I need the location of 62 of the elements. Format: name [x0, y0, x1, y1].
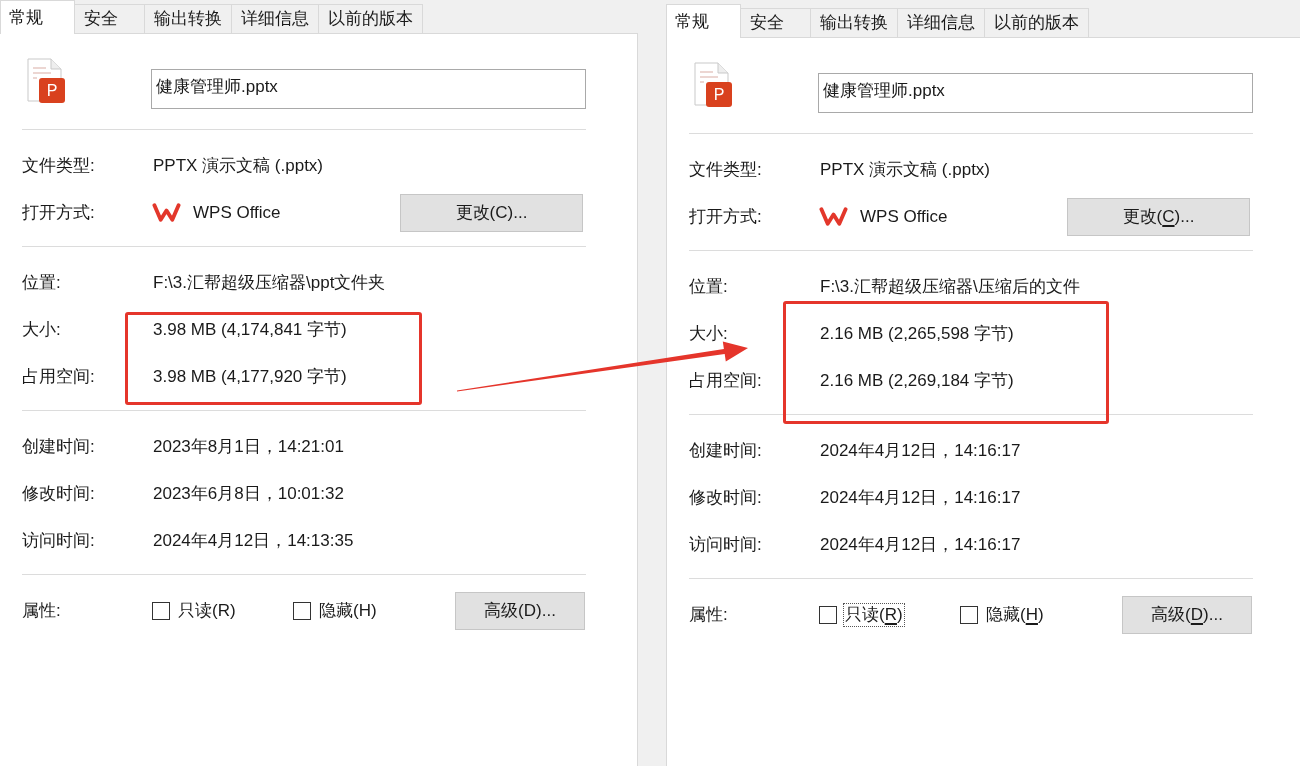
field-label: 文件类型:: [22, 154, 95, 177]
tab[interactable]: 以前的版本: [985, 8, 1089, 37]
advanced-button[interactable]: 高级(D)...: [1122, 595, 1252, 634]
field-label: 大小:: [22, 318, 61, 341]
app-logo-icon: [152, 202, 181, 223]
field-label: 创建时间:: [22, 435, 95, 458]
field-value: PPTX 演示文稿 (.pptx): [820, 158, 991, 181]
field-label: 创建时间:: [689, 439, 762, 462]
tab[interactable]: 安全: [75, 4, 145, 33]
field-label: 大小:: [689, 322, 728, 345]
field-value: 2024年4月12日，14:13:35: [153, 529, 354, 552]
tab[interactable]: 以前的版本: [319, 4, 423, 33]
tab[interactable]: 常规: [0, 0, 75, 34]
field-label: 文件类型:: [689, 158, 762, 181]
field-value: 2023年6月8日，10:01:32: [153, 482, 344, 505]
tab[interactable]: 详细信息: [898, 8, 985, 37]
field-value: 2023年8月1日，14:21:01: [153, 435, 344, 458]
field-value: 3.98 MB (4,174,841 字节): [153, 318, 347, 341]
presentation-file-icon: P: [27, 58, 65, 103]
checkbox-label[interactable]: 只读(R): [843, 602, 905, 627]
field-label: 属性:: [689, 603, 728, 626]
field-label: 属性:: [22, 599, 61, 622]
checkbox[interactable]: [819, 605, 837, 624]
field-value: 2.16 MB (2,269,184 字节): [820, 369, 1014, 392]
field-value: 2024年4月12日，14:16:17: [820, 439, 1021, 462]
field-label: 修改时间:: [22, 482, 95, 505]
tab[interactable]: 安全: [741, 8, 811, 37]
field-label: 打开方式:: [689, 205, 762, 228]
field-value: 2.16 MB (2,265,598 字节): [820, 322, 1014, 345]
presentation-file-icon: P: [694, 62, 732, 107]
tab[interactable]: 常规: [666, 4, 741, 38]
field-label: 占用空间:: [22, 365, 95, 388]
tab[interactable]: 输出转换: [811, 8, 898, 37]
change-button[interactable]: 更改(C)...: [400, 193, 583, 232]
checkbox[interactable]: [960, 605, 978, 624]
advanced-button[interactable]: 高级(D)...: [455, 591, 585, 630]
field-label: 占用空间:: [689, 369, 762, 392]
field-value: F:\3.汇帮超级压缩器\压缩后的文件: [820, 275, 1080, 298]
change-button[interactable]: 更改(C)...: [1067, 197, 1250, 236]
app-name: WPS Office: [860, 205, 948, 228]
field-label: 访问时间:: [689, 533, 762, 556]
field-value: 3.98 MB (4,177,920 字节): [153, 365, 347, 388]
field-value: 2024年4月12日，14:16:17: [820, 486, 1021, 509]
field-label: 位置:: [22, 271, 61, 294]
checkbox-label[interactable]: 隐藏(H): [984, 602, 1046, 627]
tab[interactable]: 详细信息: [232, 4, 319, 33]
app-name: WPS Office: [193, 201, 281, 224]
app-logo-icon: [819, 206, 848, 227]
field-label: 访问时间:: [22, 529, 95, 552]
field-value: F:\3.汇帮超级压缩器\ppt文件夹: [153, 271, 386, 294]
checkbox[interactable]: [152, 601, 170, 620]
field-value: 2024年4月12日，14:16:17: [820, 533, 1021, 556]
field-label: 修改时间:: [689, 486, 762, 509]
checkbox-label[interactable]: 只读(R): [176, 598, 238, 623]
file-name-field[interactable]: 健康管理师.pptx: [151, 69, 586, 109]
field-value: PPTX 演示文稿 (.pptx): [153, 154, 324, 177]
checkbox-label[interactable]: 隐藏(H): [317, 598, 379, 623]
checkbox[interactable]: [293, 601, 311, 620]
field-label: 打开方式:: [22, 201, 95, 224]
file-name-field[interactable]: 健康管理师.pptx: [818, 73, 1253, 113]
field-label: 位置:: [689, 275, 728, 298]
tab[interactable]: 输出转换: [145, 4, 232, 33]
